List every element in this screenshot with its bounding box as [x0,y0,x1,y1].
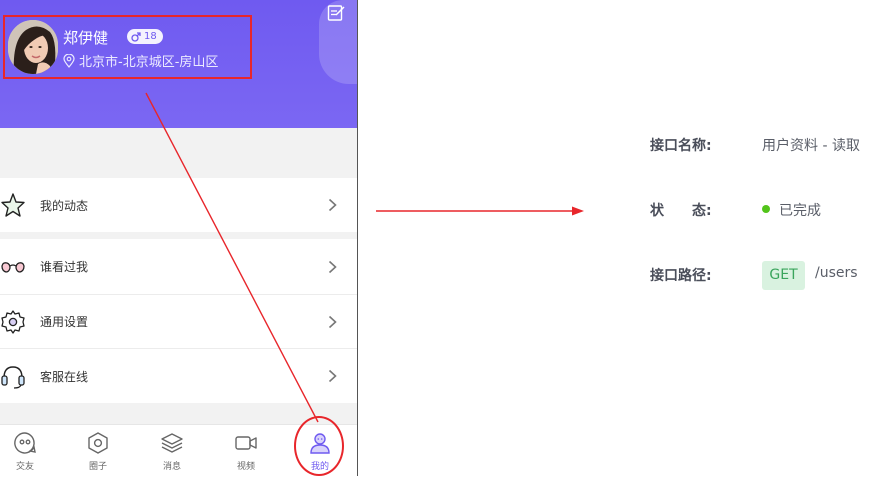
phone-screen: 郑伊健 18 北京市-北京城区-房山区 我的动态 谁看过我 通用设置 客服在线 … [0,0,358,476]
api-status-label: 状 态: [650,203,712,219]
chevron-right-icon [328,198,337,212]
user-name: 郑伊健 [63,29,109,47]
api-status-value: 已完成 [779,203,821,219]
tab-friends[interactable]: 交友 [0,425,50,476]
menu-label: 通用设置 [40,315,89,329]
level-number: 18 [144,31,157,42]
layers-icon [161,433,183,453]
profile-card[interactable]: 郑伊健 18 北京市-北京城区-房山区 [3,15,252,79]
location-row: 北京市-北京城区-房山区 [63,51,218,70]
api-path-value: /users [815,265,858,281]
tab-label: 交友 [15,462,34,472]
avatar-portrait-icon [8,20,58,74]
video-camera-icon [235,436,257,450]
spacer-section [0,128,357,178]
gender-level-badge: 18 [127,29,163,44]
location-text: 北京市-北京城区-房山区 [79,55,219,70]
male-symbol-icon [131,31,141,42]
avatar[interactable] [8,20,58,74]
api-path-label: 接口路径: [650,268,712,284]
menu-label: 我的动态 [40,198,89,213]
status-dot-icon [762,205,770,213]
tab-messages[interactable]: 消息 [147,425,197,476]
chevron-right-icon [328,369,337,383]
tab-label: 圈子 [88,462,107,472]
tab-circle[interactable]: 圈子 [73,425,123,476]
http-method-tag: GET [762,261,805,290]
chevron-right-icon [328,315,337,328]
star-icon [1,193,25,217]
menu-item-visitors[interactable]: 谁看过我 [0,239,357,294]
menu-item-settings[interactable]: 通用设置 [0,295,357,348]
glasses-icon [1,261,25,273]
api-name-label: 接口名称: [650,138,712,154]
menu-label: 客服在线 [40,369,89,384]
tab-video[interactable]: 视频 [221,425,271,476]
headset-icon [1,366,25,389]
hexagon-icon [88,432,108,454]
location-pin-icon [63,53,75,68]
annotation-circle [294,416,344,476]
menu-item-my-posts[interactable]: 我的动态 [0,178,357,232]
annotation-arrowhead [572,206,584,216]
menu-item-customer-service[interactable]: 客服在线 [0,349,357,403]
tab-label: 消息 [162,462,181,472]
section-gap [0,232,357,239]
chevron-right-icon [328,260,337,273]
edit-icon[interactable] [327,4,345,22]
settings-icon [1,309,25,334]
chat-face-icon [14,432,36,454]
api-name-value: 用户资料 - 读取 [762,138,860,154]
tab-label: 视频 [236,462,255,472]
profile-header: 郑伊健 18 北京市-北京城区-房山区 [0,0,357,128]
menu-label: 谁看过我 [40,260,89,274]
